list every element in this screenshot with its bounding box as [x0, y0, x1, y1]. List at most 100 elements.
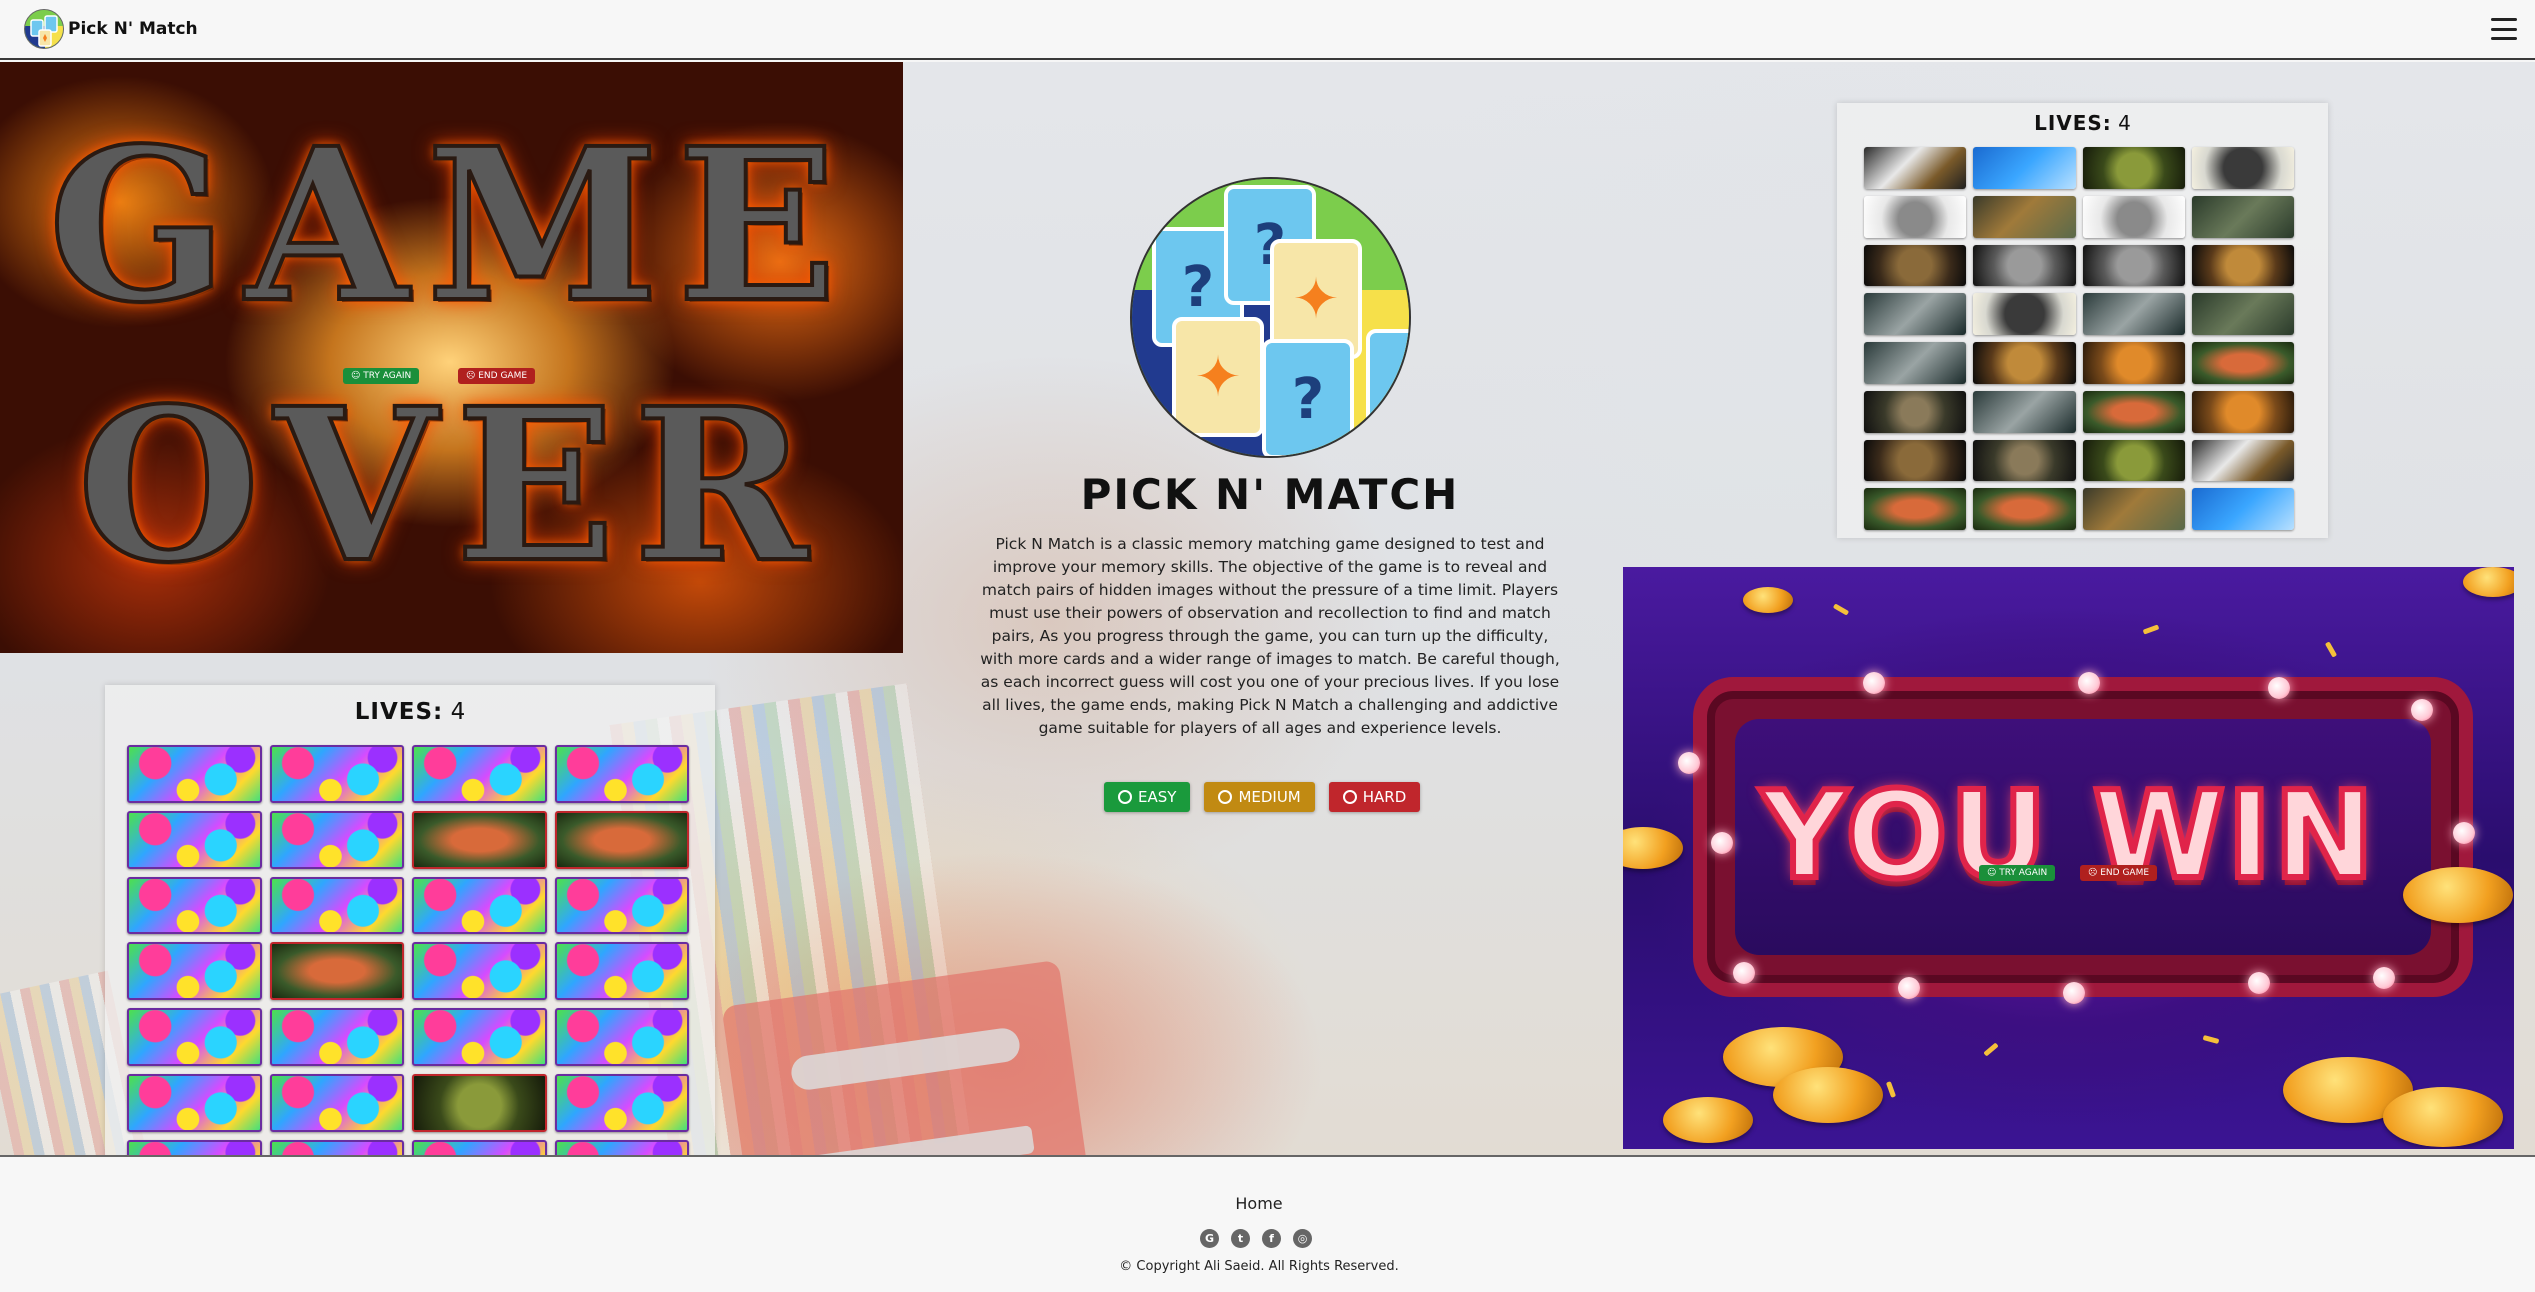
preview-card-fish[interactable]	[2082, 390, 2185, 433]
play-card-fish[interactable]	[554, 810, 689, 869]
lives-label: LIVES:	[2034, 111, 2112, 135]
game-over-title-line1: GAME	[46, 100, 855, 351]
footer: Home G t f ◎ © Copyright Ali Saeid. All …	[0, 1155, 2535, 1292]
brand[interactable]: Pick N' Match	[24, 9, 198, 49]
preview-card-eagle[interactable]	[1864, 147, 1967, 189]
preview-card-fish[interactable]	[1864, 488, 1967, 530]
instagram-icon[interactable]: ◎	[1293, 1229, 1312, 1248]
facebook-icon[interactable]: f	[1262, 1229, 1281, 1248]
play-hidden-card[interactable]	[269, 810, 404, 869]
preview-card-eagle[interactable]	[2191, 439, 2294, 482]
play-hidden-card[interactable]	[412, 1008, 547, 1066]
game-over-screen: GAME OVER ☺ TRY AGAIN ☹ END GAME	[0, 62, 903, 653]
play-hidden-card[interactable]	[127, 810, 262, 869]
play-hidden-card[interactable]	[412, 745, 547, 803]
difficulty-buttons: EASY MEDIUM HARD	[1104, 782, 1421, 812]
brand-name[interactable]: Pick N' Match	[68, 19, 198, 39]
play-hidden-card[interactable]	[412, 942, 547, 1000]
preview-card-wolf[interactable]	[2082, 293, 2185, 335]
play-card-fish[interactable]	[412, 810, 547, 869]
preview-card-fox[interactable]	[2082, 342, 2185, 384]
easy-button[interactable]: EASY	[1104, 782, 1191, 812]
lives-counter: LIVES: 4	[105, 699, 715, 725]
logo-question-card-icon: ?	[1366, 329, 1409, 449]
preview-card-wolf[interactable]	[1973, 390, 2076, 433]
play-hidden-card[interactable]	[554, 1008, 689, 1066]
meh-icon	[1218, 790, 1233, 804]
lives-label: LIVES:	[354, 699, 444, 725]
board-preview: LIVES: 4	[1837, 103, 2328, 538]
you-win-title: YOU WIN	[1758, 764, 2377, 909]
preview-card-dog[interactable]	[1973, 244, 2076, 287]
copyright: © Copyright Ali Saeid. All Rights Reserv…	[1119, 1259, 1399, 1274]
preview-card-owl[interactable]	[1864, 439, 1967, 482]
preview-card-snake[interactable]	[1864, 390, 1967, 433]
preview-card-gorilla[interactable]	[1973, 293, 2076, 335]
you-win-end-game-button[interactable]: ☹ END GAME	[2080, 865, 2158, 881]
play-hidden-card[interactable]	[127, 745, 262, 803]
game-logo: ? ? ✦ ✦ ? ?	[1130, 177, 1411, 458]
play-card-fish[interactable]	[269, 942, 404, 1000]
play-hidden-card[interactable]	[127, 1008, 262, 1066]
preview-card-bird[interactable]	[1973, 147, 2076, 189]
play-hidden-card[interactable]	[554, 876, 689, 935]
preview-card-frog[interactable]	[2082, 147, 2185, 189]
medium-label: MEDIUM	[1238, 788, 1301, 806]
game-over-title-line2: OVER	[75, 360, 826, 611]
preview-card-frog[interactable]	[2082, 439, 2185, 482]
preview-card-cat[interactable]	[1864, 195, 1967, 238]
preview-card-deer[interactable]	[2191, 195, 2294, 238]
preview-card-lion[interactable]	[2191, 244, 2294, 287]
logo-star-card-icon: ✦	[1172, 317, 1264, 437]
play-card-frog[interactable]	[412, 1073, 547, 1132]
medium-button[interactable]: MEDIUM	[1204, 782, 1315, 812]
preview-card-snake[interactable]	[1973, 439, 2076, 482]
preview-card-tiger[interactable]	[1973, 195, 2076, 238]
brand-logo-icon	[24, 9, 64, 49]
preview-card-dog[interactable]	[2082, 244, 2185, 287]
play-hidden-card[interactable]	[127, 876, 262, 935]
footer-home-link[interactable]: Home	[0, 1194, 2518, 1213]
play-hidden-card[interactable]	[127, 1073, 262, 1132]
game-description: Pick N Match is a classic memory matchin…	[980, 535, 1560, 737]
logo-question-card-icon: ?	[1262, 339, 1354, 456]
play-hidden-card[interactable]	[554, 1073, 689, 1132]
preview-card-owl[interactable]	[1864, 244, 1967, 287]
game-over-try-again-button[interactable]: ☺ TRY AGAIN	[343, 368, 420, 384]
you-win-screen: YOU WIN ☺ TRY AGAIN ☹ END GAME	[1623, 567, 2514, 1149]
preview-card-fish[interactable]	[1973, 488, 2076, 530]
preview-card-bird[interactable]	[2191, 488, 2294, 530]
preview-card-deer[interactable]	[2191, 293, 2294, 335]
lives-value: 4	[2118, 111, 2131, 135]
easy-label: EASY	[1138, 788, 1177, 806]
hamburger-menu-icon[interactable]	[2491, 18, 2517, 40]
play-hidden-card[interactable]	[127, 942, 262, 1000]
preview-card-lion[interactable]	[1973, 342, 2076, 384]
preview-card-cat[interactable]	[2082, 195, 2185, 238]
play-hidden-card[interactable]	[554, 745, 689, 803]
board-preview-grid	[1864, 147, 2294, 530]
game-over-end-game-button[interactable]: ☹ END GAME	[458, 368, 536, 384]
preview-card-fox[interactable]	[2191, 390, 2294, 433]
lives-value: 4	[450, 699, 466, 725]
you-win-try-again-button[interactable]: ☺ TRY AGAIN	[1979, 865, 2056, 881]
lives-counter: LIVES: 4	[1837, 111, 2328, 135]
play-hidden-card[interactable]	[269, 745, 404, 803]
play-hidden-card[interactable]	[412, 876, 547, 935]
preview-card-wolf[interactable]	[1864, 342, 1967, 384]
github-icon[interactable]: G	[1200, 1229, 1219, 1248]
preview-card-tiger[interactable]	[2082, 488, 2185, 530]
play-hidden-card[interactable]	[269, 1008, 404, 1066]
twitter-icon[interactable]: t	[1231, 1229, 1250, 1248]
preview-card-fish[interactable]	[2191, 342, 2294, 384]
social-links: G t f ◎	[1200, 1229, 1312, 1248]
preview-card-wolf[interactable]	[1864, 293, 1967, 335]
hard-button[interactable]: HARD	[1328, 782, 1421, 812]
play-hidden-card[interactable]	[554, 942, 689, 1000]
play-hidden-card[interactable]	[269, 876, 404, 935]
navbar: Pick N' Match	[0, 0, 2535, 60]
smile-icon	[1118, 790, 1132, 804]
page-title: PICK N' MATCH	[1080, 470, 1460, 519]
preview-card-gorilla[interactable]	[2191, 147, 2294, 189]
play-hidden-card[interactable]	[269, 1073, 404, 1132]
